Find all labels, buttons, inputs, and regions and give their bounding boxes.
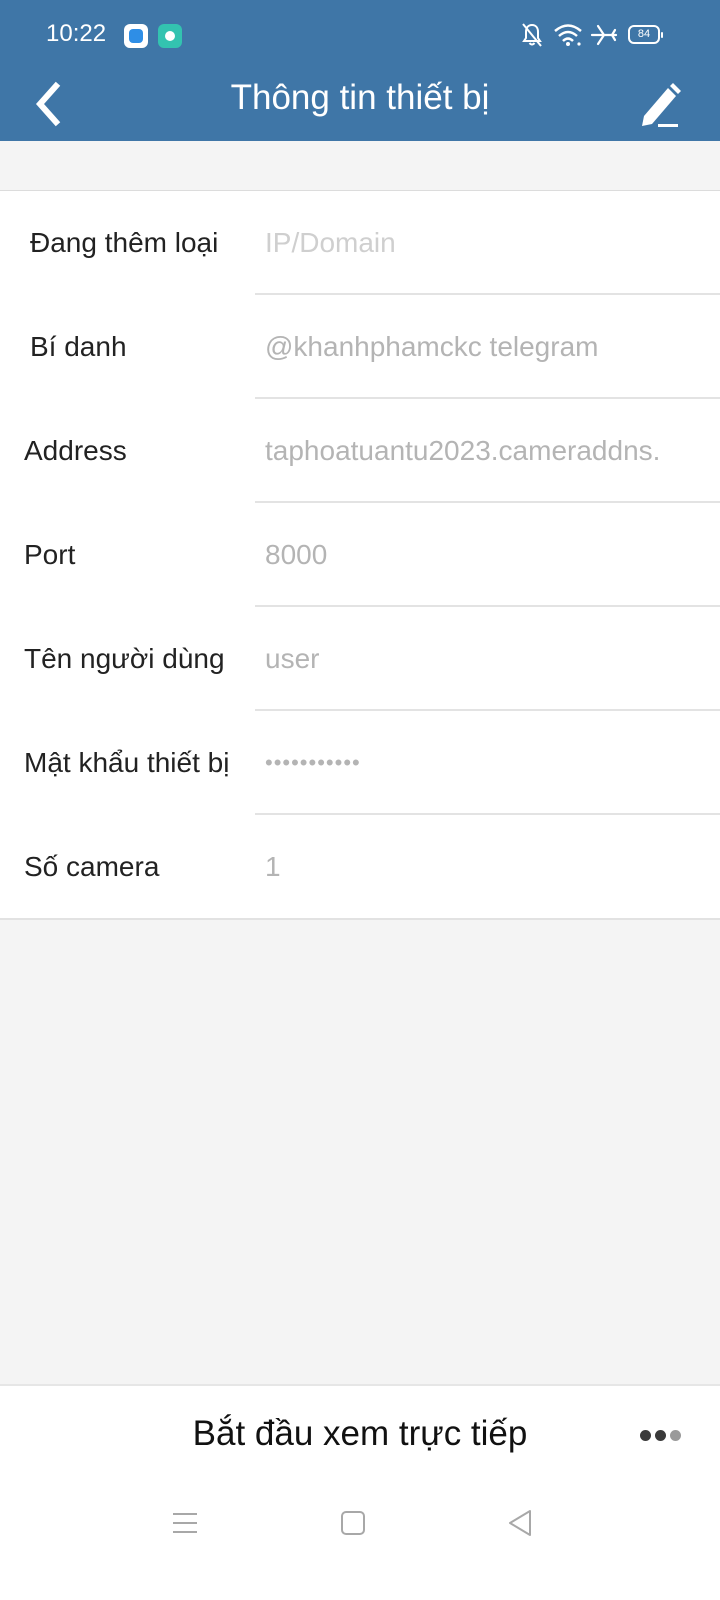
field-address[interactable]: Address taphoatuantu2023.cameraddns. xyxy=(0,399,720,503)
camera-count-input[interactable]: 1 xyxy=(265,815,680,919)
alias-input[interactable]: @khanhphamckc telegram xyxy=(265,295,680,399)
field-port[interactable]: Port 8000 xyxy=(0,503,720,607)
wifi-icon xyxy=(554,24,582,46)
edit-button[interactable] xyxy=(630,74,690,134)
more-dots-icon xyxy=(655,1430,666,1441)
field-camera-count[interactable]: Số camera 1 xyxy=(0,815,720,919)
status-time: 10:22 xyxy=(46,20,107,47)
field-label: Số camera xyxy=(24,851,160,882)
port-input[interactable]: 8000 xyxy=(265,503,680,607)
field-label: Address xyxy=(24,435,127,466)
field-username[interactable]: Tên người dùng user xyxy=(0,607,720,711)
battery-icon: 84 xyxy=(628,25,663,44)
app-icon-blue xyxy=(124,24,148,48)
field-add-type[interactable]: Đang thêm loại IP/Domain xyxy=(0,191,720,295)
bell-off-icon xyxy=(522,23,542,47)
field-alias[interactable]: Bí danh @khanhphamckc telegram xyxy=(0,295,720,399)
pencil-icon xyxy=(642,83,681,127)
add-type-value[interactable]: IP/Domain xyxy=(265,191,680,295)
field-label: Tên người dùng xyxy=(24,643,225,674)
more-dots-icon xyxy=(670,1430,681,1441)
password-input[interactable]: ••••••••••• xyxy=(265,711,680,815)
home-square-icon[interactable] xyxy=(338,1508,368,1538)
field-label: Đang thêm loại xyxy=(30,227,219,258)
address-input[interactable]: taphoatuantu2023.cameraddns. xyxy=(265,399,680,503)
field-label: Mật khẩu thiết bị xyxy=(24,747,230,778)
system-nav-bar xyxy=(0,1490,720,1560)
app-icon-teal xyxy=(158,24,182,48)
field-label: Bí danh xyxy=(30,331,127,362)
menu-icon[interactable] xyxy=(170,1508,200,1538)
start-live-view-button[interactable]: Bắt đầu xem trực tiếp xyxy=(0,1414,720,1454)
username-input[interactable]: user xyxy=(265,607,680,711)
airplane-icon xyxy=(590,24,618,46)
app-header: 10:22 84 Thông tin thiết bị xyxy=(0,0,720,141)
device-info-form: Đang thêm loại IP/Domain Bí danh @khanhp… xyxy=(0,190,720,920)
more-button[interactable] xyxy=(636,1422,686,1448)
more-dots-icon xyxy=(640,1430,651,1441)
nav-bar: Thông tin thiết bị xyxy=(0,70,720,141)
status-bar: 10:22 84 xyxy=(0,0,720,70)
field-label: Port xyxy=(24,539,76,570)
field-password[interactable]: Mật khẩu thiết bị ••••••••••• xyxy=(0,711,720,815)
page-title: Thông tin thiết bị xyxy=(230,78,490,117)
back-triangle-icon[interactable] xyxy=(505,1508,535,1538)
